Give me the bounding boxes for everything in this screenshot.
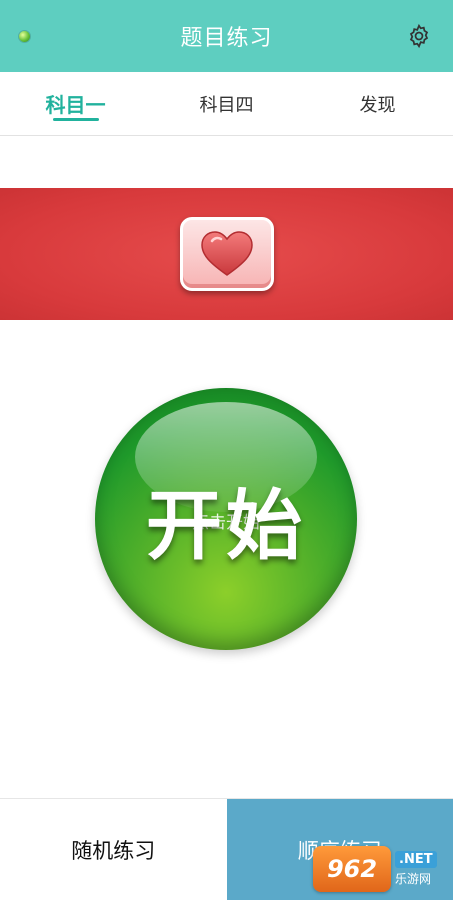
site-watermark: 962 .NET 乐游网: [313, 844, 447, 894]
start-label: 开始: [146, 481, 306, 570]
top-bar: 题目练习: [0, 0, 453, 72]
status-dot-icon: [19, 31, 30, 42]
gear-icon[interactable]: [405, 22, 433, 50]
tab-label: 科目一: [45, 93, 106, 117]
start-button[interactable]: 点击开始 开始: [95, 388, 357, 650]
heart-icon: [179, 217, 274, 291]
tab-subject-four[interactable]: 科目四: [151, 72, 302, 135]
tab-subject-one[interactable]: 科目一: [0, 72, 151, 135]
promo-banner[interactable]: [0, 188, 453, 320]
watermark-cn: 乐游网: [395, 872, 432, 886]
random-practice-button[interactable]: 随机练习: [0, 799, 227, 900]
tab-label: 发现: [359, 94, 396, 116]
subject-tabs: 科目一 科目四 发现: [0, 72, 453, 136]
page-title: 题目练习: [180, 26, 273, 51]
watermark-logo: 962: [313, 846, 391, 892]
watermark-text: .NET 乐游网: [395, 851, 437, 887]
tab-discover[interactable]: 发现: [302, 72, 453, 135]
tab-label: 科目四: [199, 94, 254, 116]
watermark-net: .NET: [395, 851, 437, 868]
active-tab-indicator: [52, 118, 99, 121]
